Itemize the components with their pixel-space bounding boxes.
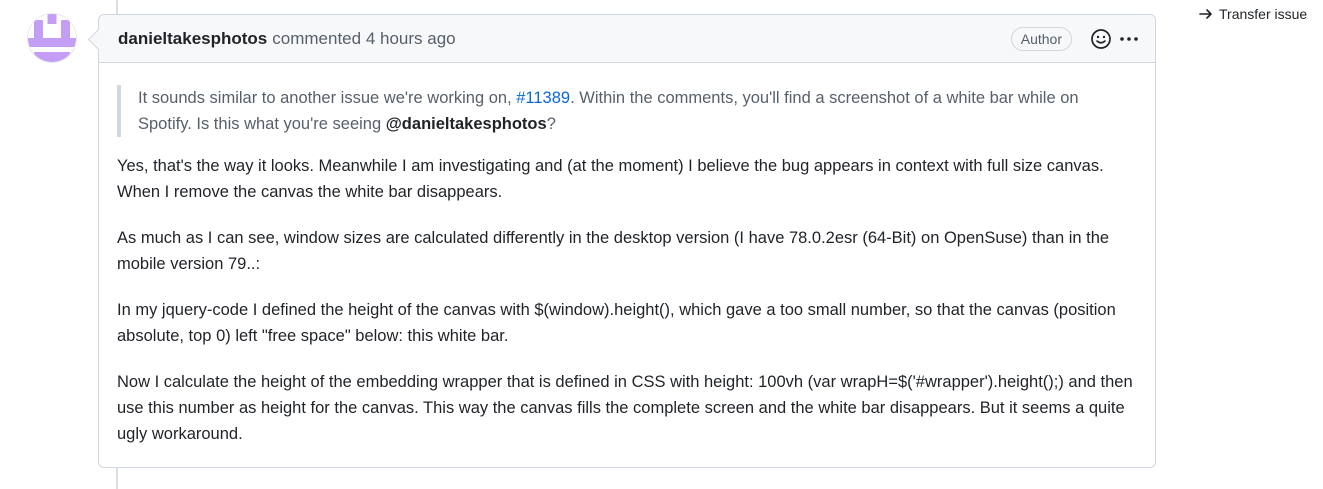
comment-body: It sounds similar to another issue we're… [99,63,1155,447]
comment-options-button[interactable] [1117,27,1141,51]
add-reaction-button[interactable] [1089,27,1113,51]
comment-author-link[interactable]: danieltakesphotos [118,29,267,49]
issue-timeline: danieltakesphotos commented 4 hours ago … [0,0,1323,489]
avatar[interactable] [28,14,76,62]
arrow-right-icon [1199,9,1212,19]
comment-paragraph: Yes, that's the way it looks. Meanwhile … [117,157,1104,201]
smiley-icon [1091,28,1111,49]
comment-paragraph: As much as I can see, window sizes are c… [117,229,1110,273]
comment-action: commented [272,28,362,48]
issue-link[interactable]: #11389 [516,89,570,107]
user-mention-link[interactable]: @danieltakesphotos [386,115,547,133]
transfer-issue-link[interactable]: Transfer issue [1199,6,1307,22]
comment-paragraph: In my jquery-code I defined the height o… [117,301,1116,345]
comment-paragraph: Now I calculate the height of the embedd… [117,373,1133,443]
identicon-icon [28,14,76,62]
transfer-issue-label: Transfer issue [1219,6,1308,22]
quote-text-end: ? [546,115,556,133]
comment-header: danieltakesphotos commented 4 hours ago … [99,15,1155,63]
comment-card: danieltakesphotos commented 4 hours ago … [98,14,1156,468]
author-badge: Author [1010,26,1072,51]
comment-timestamp-link[interactable]: 4 hours ago [366,29,456,49]
kebab-horizontal-icon [1120,36,1138,41]
quote-text: It sounds similar to another issue we're… [138,89,517,107]
blockquote: It sounds similar to another issue we're… [117,85,1133,137]
comment-actions: Author [1010,15,1141,62]
